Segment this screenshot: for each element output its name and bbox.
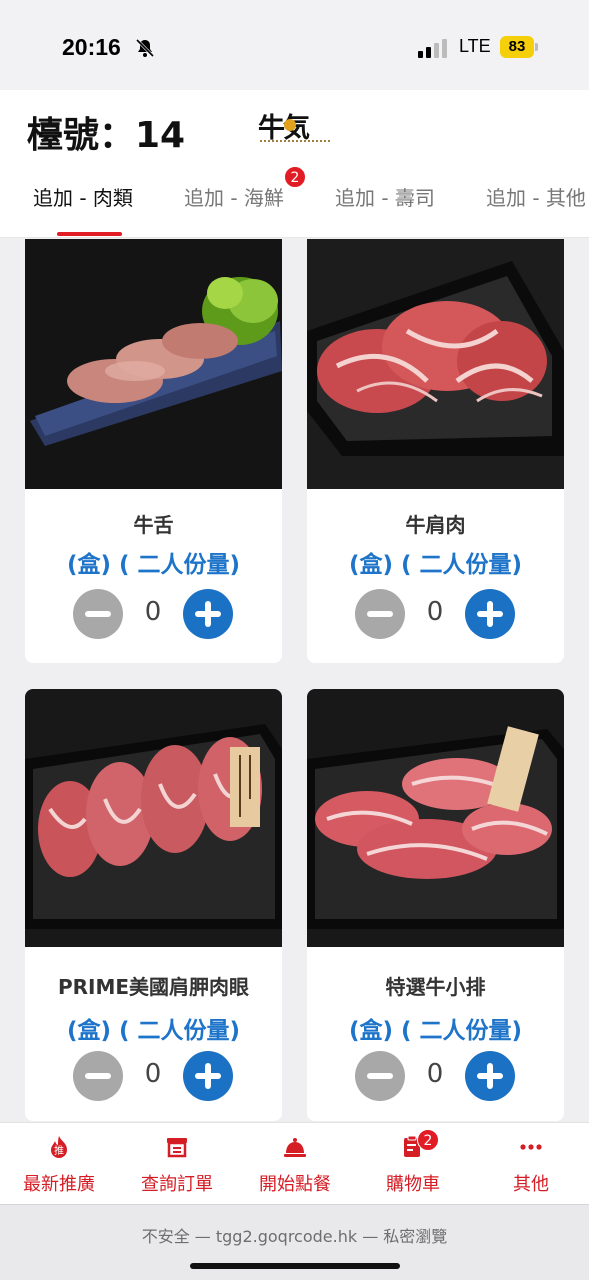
nav-promotions[interactable]: 推 最新推廣 xyxy=(0,1123,118,1205)
more-dots-icon xyxy=(520,1144,542,1150)
status-time: 20:16 xyxy=(62,34,121,60)
product-unit: (盒) ( 二人份量) xyxy=(348,552,523,578)
nav-label: 查詢訂單 xyxy=(141,1174,213,1195)
product-unit: (盒) ( 二人份量) xyxy=(66,552,241,578)
category-tabs: 追加 - 肉類 追加 - 海鮮 2 追加 - 壽司 追加 - 其他 xyxy=(0,166,589,238)
tab-seafood-badge: 2 xyxy=(284,166,306,188)
nav-cart[interactable]: 2 購物車 xyxy=(354,1123,472,1205)
tab-sushi[interactable]: 追加 - 壽司 xyxy=(335,182,435,211)
svg-text:推: 推 xyxy=(54,1144,64,1157)
nav-orders[interactable]: 查詢訂單 xyxy=(118,1123,236,1205)
increase-button[interactable] xyxy=(183,589,233,639)
product-image-beef-tongue[interactable] xyxy=(25,239,282,489)
quantity-value: 0 xyxy=(426,597,444,627)
product-image-prime-chuck-eye[interactable] xyxy=(25,689,282,947)
product-name: 牛舌 xyxy=(133,513,174,537)
home-indicator[interactable] xyxy=(190,1263,400,1269)
cloche-icon xyxy=(284,1138,306,1157)
decrease-button[interactable] xyxy=(73,589,123,639)
product-image-short-rib[interactable] xyxy=(307,689,564,947)
product-unit: (盒) ( 二人份量) xyxy=(66,1018,241,1044)
product-card[interactable]: PRIME美國肩胛肉眼 (盒) ( 二人份量) 0 xyxy=(25,689,282,1121)
bottom-navigation: 推 最新推廣 查詢訂單 開始點餐 2 購物車 其他 xyxy=(0,1122,589,1204)
active-tab-indicator xyxy=(57,232,122,236)
tab-other[interactable]: 追加 - 其他 xyxy=(486,182,586,211)
quantity-value: 0 xyxy=(426,1059,444,1089)
cart-count-badge: 2 xyxy=(417,1129,439,1151)
increase-button[interactable] xyxy=(465,589,515,639)
tab-meat[interactable]: 追加 - 肉類 xyxy=(33,182,133,211)
network-type: LTE xyxy=(459,36,491,56)
product-grid: 牛舌 (盒) ( 二人份量) 0 牛肩肉 (盒) ( 二人份量) 0 PRIME… xyxy=(0,239,589,1122)
quantity-value: 0 xyxy=(144,597,162,627)
nav-label: 其他 xyxy=(513,1174,549,1195)
logo-emblem-icon xyxy=(284,119,296,131)
decrease-button[interactable] xyxy=(355,589,405,639)
decrease-button[interactable] xyxy=(73,1051,123,1101)
product-unit: (盒) ( 二人份量) xyxy=(348,1018,523,1044)
table-number: 檯號：14 xyxy=(27,115,186,156)
tab-seafood[interactable]: 追加 - 海鮮 xyxy=(184,182,284,211)
product-card[interactable]: 牛肩肉 (盒) ( 二人份量) 0 xyxy=(307,239,564,663)
bell-muted-icon xyxy=(135,38,155,58)
product-name: 牛肩肉 xyxy=(405,513,466,537)
brand-logo: 牛気 xyxy=(258,106,330,148)
battery-tip xyxy=(535,43,538,51)
nav-label: 最新推廣 xyxy=(23,1174,95,1195)
fire-icon: 推 xyxy=(51,1136,67,1158)
nav-label: 開始點餐 xyxy=(259,1174,331,1195)
product-card[interactable]: 特選牛小排 (盒) ( 二人份量) 0 xyxy=(307,689,564,1121)
browser-address-bar[interactable]: 不安全 — tgg2.goqrcode.hk — 私密瀏覽 xyxy=(0,1204,589,1280)
receipt-icon xyxy=(167,1138,187,1158)
product-name: 特選牛小排 xyxy=(385,975,486,999)
url-text[interactable]: 不安全 — tgg2.goqrcode.hk — 私密瀏覽 xyxy=(0,1223,589,1247)
nav-label: 購物車 xyxy=(386,1174,440,1195)
signal-icon xyxy=(418,39,447,58)
product-card[interactable]: 牛舌 (盒) ( 二人份量) 0 xyxy=(25,239,282,663)
product-image-beef-shoulder[interactable] xyxy=(307,239,564,489)
nav-start-order[interactable]: 開始點餐 xyxy=(236,1123,354,1205)
status-bar: 20:16 LTE 83 xyxy=(0,0,589,90)
increase-button[interactable] xyxy=(465,1051,515,1101)
logo-tagline xyxy=(260,140,330,144)
increase-button[interactable] xyxy=(183,1051,233,1101)
app-header: 檯號：14 牛気 追加 - 肉類 追加 - 海鮮 2 追加 - 壽司 追加 - … xyxy=(0,90,589,238)
battery-icon: 83 xyxy=(500,36,534,58)
decrease-button[interactable] xyxy=(355,1051,405,1101)
product-name: PRIME美國肩胛肉眼 xyxy=(57,975,250,999)
quantity-value: 0 xyxy=(144,1059,162,1089)
nav-more[interactable]: 其他 xyxy=(472,1123,589,1205)
